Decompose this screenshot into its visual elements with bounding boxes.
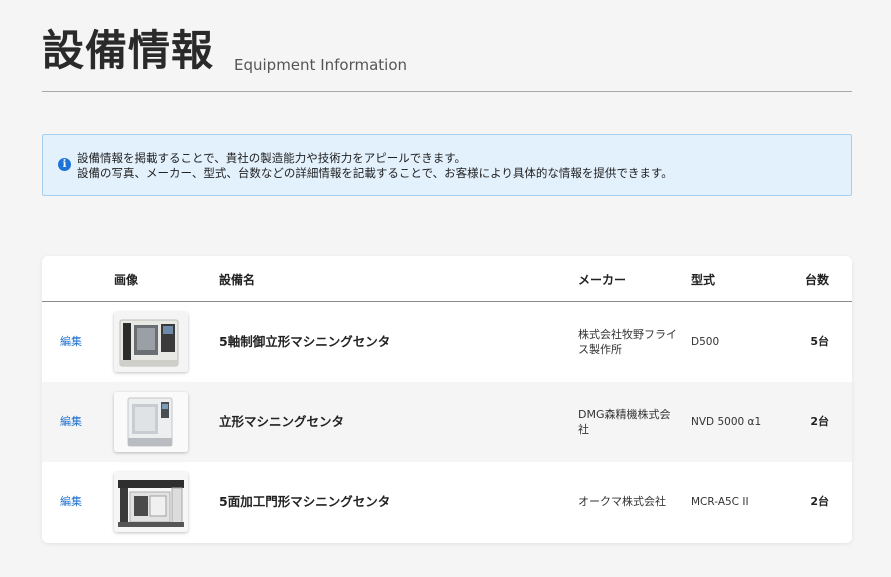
equipment-image: [114, 472, 188, 532]
info-icon: i: [58, 158, 71, 171]
edit-link[interactable]: 編集: [60, 415, 82, 429]
equipment-maker: DMG森精機株式会社: [578, 408, 671, 436]
edit-link[interactable]: 編集: [60, 335, 82, 349]
equipment-count: 2台: [810, 495, 829, 508]
table-row: 編集 5軸制御立形マシニングセンタ 株式会社牧野フライス製作所 D500 5台: [42, 302, 852, 382]
equipment-table: 画像 設備名 メーカー 型式 台数 編集 5軸制御立形マシニングセンタ 株式会社…: [42, 256, 852, 543]
page-header: 設備情報 Equipment Information: [42, 26, 852, 92]
equipment-model: NVD 5000 α1: [691, 416, 762, 428]
edit-link[interactable]: 編集: [60, 495, 82, 509]
equipment-count: 2台: [810, 415, 829, 428]
column-header-name: 設備名: [219, 273, 256, 287]
column-header-image: 画像: [114, 273, 139, 287]
column-header-model: 型式: [691, 273, 716, 287]
info-text-line-1: 設備情報を掲載することで、貴社の製造能力や技術力をアピールできます。: [77, 151, 467, 165]
equipment-name: 5面加工門形マシニングセンタ: [219, 494, 391, 509]
table-header: 画像 設備名 メーカー 型式 台数: [42, 256, 852, 302]
info-notice: i 設備情報を掲載することで、貴社の製造能力や技術力をアピールできます。 設備の…: [42, 134, 852, 196]
equipment-name: 5軸制御立形マシニングセンタ: [219, 334, 391, 349]
page-subtitle: Equipment Information: [234, 56, 408, 74]
equipment-image: [114, 312, 188, 372]
equipment-maker: 株式会社牧野フライス製作所: [578, 328, 677, 356]
equipment-model: MCR-A5C II: [691, 496, 749, 508]
page-title: 設備情報: [42, 26, 215, 75]
table-row: 編集 5面加工門形マシニングセンタ オークマ株式会社 MCR-A5C II 2台: [42, 462, 852, 542]
info-text-line-2: 設備の写真、メーカー、型式、台数などの詳細情報を記載することで、お客様により具体…: [77, 166, 673, 180]
equipment-count: 5台: [810, 335, 829, 348]
column-header-count: 台数: [804, 273, 829, 287]
table-row: 編集 立形マシニングセンタ DMG森精機株式会社 NVD 5000 α1 2台: [42, 382, 852, 462]
equipment-image: [114, 392, 188, 452]
equipment-model: D500: [691, 336, 720, 348]
equipment-name: 立形マシニングセンタ: [219, 414, 345, 429]
equipment-maker: オークマ株式会社: [578, 495, 666, 508]
column-header-maker: メーカー: [578, 273, 627, 287]
